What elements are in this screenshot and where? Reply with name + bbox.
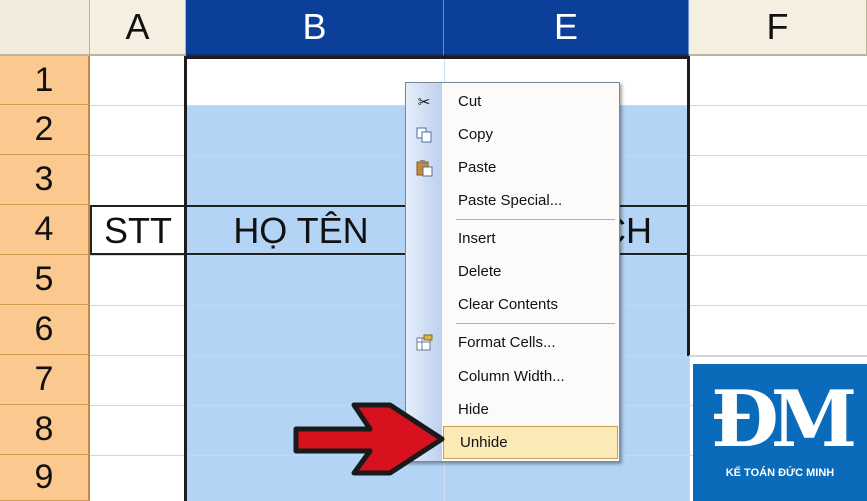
menu-separator: [456, 219, 615, 220]
format-cells-icon: [414, 333, 434, 353]
menu-item-clear-contents[interactable]: Clear Contents: [442, 288, 618, 321]
menu-item-label: Cut: [458, 93, 482, 110]
menu-item-cut[interactable]: ✂ Cut: [418, 85, 618, 118]
menu-item-paste[interactable]: Paste: [416, 151, 618, 184]
row-header-9[interactable]: 9: [0, 455, 90, 501]
menu-item-label: Format Cells...: [458, 334, 556, 351]
logo-mark: ĐM: [710, 374, 858, 465]
row-header-4[interactable]: 4: [0, 205, 90, 255]
column-header-e[interactable]: E: [444, 0, 689, 56]
company-logo: ĐM KẾ TOÁN ĐỨC MINH: [693, 364, 867, 501]
menu-item-label: Delete: [458, 263, 502, 280]
row-header-7[interactable]: 7: [0, 355, 90, 405]
select-all-corner[interactable]: [0, 0, 90, 56]
gridline: [689, 355, 867, 357]
column-header-f[interactable]: F: [689, 0, 867, 56]
column-header-b[interactable]: B: [186, 0, 444, 56]
menu-item-label: Insert: [458, 230, 496, 247]
menu-item-unhide[interactable]: Unhide: [443, 426, 618, 459]
selection-border-left: [184, 56, 187, 501]
row-header-6[interactable]: 6: [0, 305, 90, 355]
row-header-3[interactable]: 3: [0, 155, 90, 205]
menu-item-label: Column Width...: [458, 368, 565, 385]
logo-text: KẾ TOÁN ĐỨC MINH: [725, 467, 835, 479]
menu-item-label: Copy: [458, 126, 494, 143]
menu-item-label: Paste: [458, 159, 497, 176]
copy-icon: [414, 125, 434, 145]
row-header-2[interactable]: 2: [0, 105, 90, 155]
red-arrow-pointer: [293, 402, 445, 476]
column-header-a[interactable]: A: [90, 0, 186, 56]
menu-item-label: Paste Special...: [458, 192, 563, 209]
menu-item-paste-special[interactable]: Paste Special...: [442, 184, 618, 217]
row-header-8[interactable]: 8: [0, 405, 90, 455]
cell-a4[interactable]: STT: [92, 207, 184, 255]
paste-icon: [414, 158, 434, 178]
row-header-1[interactable]: 1: [0, 56, 90, 105]
menu-item-hide[interactable]: Hide: [442, 393, 618, 426]
menu-item-insert[interactable]: Insert: [442, 222, 618, 255]
menu-item-delete[interactable]: Delete: [442, 255, 618, 288]
menu-item-label: Clear Contents: [458, 296, 559, 313]
menu-item-label: Hide: [458, 401, 489, 418]
menu-item-label: Unhide: [460, 434, 508, 451]
scissors-icon: ✂: [417, 93, 431, 111]
menu-separator: [456, 323, 615, 324]
menu-item-format-cells[interactable]: Format Cells...: [416, 326, 618, 359]
menu-item-copy[interactable]: Copy: [416, 118, 618, 151]
selection-border-top: [186, 56, 689, 59]
row-header-5[interactable]: 5: [0, 255, 90, 305]
selection-border-right: [687, 56, 690, 356]
menu-item-column-width[interactable]: Column Width...: [442, 360, 618, 393]
